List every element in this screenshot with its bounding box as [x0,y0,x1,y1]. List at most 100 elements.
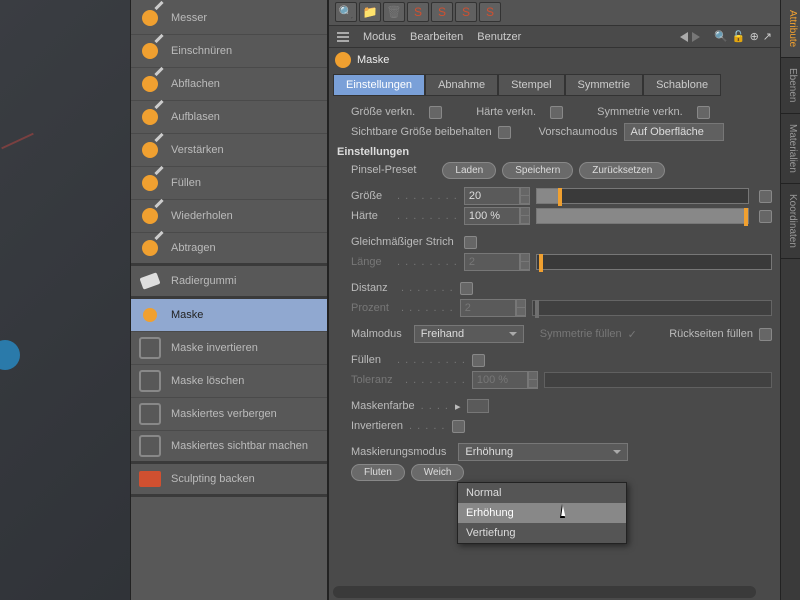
nav-bearbeiten[interactable]: Bearbeiten [410,31,463,43]
tool-maske-invertieren[interactable]: Maske invertieren [131,332,327,365]
object-header: Maske [329,48,780,72]
chk-visible-size[interactable] [498,126,511,139]
arrow-right-icon[interactable]: ▸ [455,400,461,413]
toolbar-btn-s3[interactable]: S [455,2,477,22]
nav-benutzer[interactable]: Benutzer [477,31,521,43]
input-laenge[interactable] [464,253,520,271]
tool-verstaerken[interactable]: Verstärken [131,134,327,167]
side-tab-ebenen[interactable]: Ebenen [781,58,800,113]
menu-icon[interactable] [337,32,349,42]
tool-wiederholen[interactable]: Wiederholen [131,200,327,233]
section-heading: Einstellungen [337,146,772,158]
tool-aufblasen[interactable]: Aufblasen [131,101,327,134]
chk-fuellen[interactable] [472,354,485,367]
tab-symmetrie[interactable]: Symmetrie [565,74,644,96]
tab-einstellungen[interactable]: Einstellungen [333,74,425,96]
dropdown-item-vertiefung[interactable]: Vertiefung [458,523,626,543]
color-maskenfarbe[interactable] [467,399,489,413]
tool-label: Messer [171,12,207,24]
mask-hide-icon [139,403,161,425]
chk-distanz[interactable] [460,282,473,295]
scrollbar-horizontal[interactable] [333,586,756,598]
tool-radiergummi[interactable]: Radiergummi [131,266,327,299]
input-haerte[interactable] [464,207,520,225]
label-fuellen: Füllen [351,354,391,366]
new-window-icon[interactable]: ↗ [763,30,772,43]
tool-label: Maskiertes verbergen [171,408,277,420]
label-maskmode: Maskierungsmodus [351,446,446,458]
dropdown-item-erhoehung[interactable]: Erhöhung [458,503,626,523]
select-maskmode[interactable]: Erhöhung [458,443,628,461]
toolbar-btn-folder[interactable]: 📁 [359,2,381,22]
tool-label: Abflachen [171,78,220,90]
chk-hardness-link[interactable] [550,106,563,119]
tool-label: Einschnüren [171,45,232,57]
spinner-haerte[interactable] [520,207,530,225]
tool-abtragen[interactable]: Abtragen [131,233,327,266]
tool-maskiertes-verbergen[interactable]: Maskiertes verbergen [131,398,327,431]
tab-abnahme[interactable]: Abnahme [425,74,498,96]
slider-laenge[interactable] [536,254,772,270]
side-tab-attribute[interactable]: Attribute [781,0,800,58]
tab-schablone[interactable]: Schablone [643,74,721,96]
brush-icon [142,76,158,92]
toolbar-btn-trash[interactable]: 🗑 [383,2,405,22]
btn-fluten[interactable]: Fluten [351,464,405,481]
chk-symmetry-link[interactable] [697,106,710,119]
slider-groesse[interactable] [536,188,749,204]
tool-abflachen[interactable]: Abflachen [131,68,327,101]
search-icon[interactable]: 🔍 [714,30,728,43]
nav-modus[interactable]: Modus [363,31,396,43]
label-toleranz: Toleranz [351,374,399,386]
label-groesse: Größe [351,190,391,202]
btn-laden[interactable]: Laden [442,162,496,179]
spinner-laenge[interactable] [520,253,530,271]
side-tabs: Attribute Ebenen Materialien Koordinaten [780,0,800,600]
select-malmodus[interactable]: Freihand [414,325,524,343]
lock-icon[interactable]: 🔓 [732,30,746,43]
btn-zuruecksetzen[interactable]: Zurücksetzen [579,162,665,179]
tool-label: Maske löschen [171,375,244,387]
slider-prozent [532,300,772,316]
chk-haerte-end[interactable] [759,210,772,223]
tool-fuellen[interactable]: Füllen [131,167,327,200]
attribute-tabs: Einstellungen Abnahme Stempel Symmetrie … [329,72,780,98]
chk-size-link[interactable] [429,106,442,119]
tool-maske-loeschen[interactable]: Maske löschen [131,365,327,398]
select-preview-mode[interactable]: Auf Oberfläche [624,123,724,141]
dropdown-item-normal[interactable]: Normal [458,483,626,503]
chk-steady[interactable] [464,236,477,249]
tool-label: Maskiertes sichtbar machen [171,440,308,452]
tool-sculpting-backen[interactable]: Sculpting backen [131,464,327,497]
label-invertieren: Invertieren [351,420,403,432]
tool-einschnueren[interactable]: Einschnüren [131,35,327,68]
btn-speichern[interactable]: Speichern [502,162,573,179]
tool-label: Wiederholen [171,210,233,222]
toolbar-btn-s1[interactable]: S [407,2,429,22]
spinner-groesse[interactable] [520,187,530,205]
history-fwd-icon[interactable] [692,32,700,42]
toolbar-btn-s4[interactable]: S [479,2,501,22]
tool-maskiertes-sichtbar[interactable]: Maskiertes sichtbar machen [131,431,327,464]
chk-invertieren[interactable] [452,420,465,433]
dropdown-maskmode: Normal Erhöhung Vertiefung [457,482,627,544]
btn-weich[interactable]: Weich [411,464,465,481]
side-tab-koordinaten[interactable]: Koordinaten [781,184,800,259]
side-tab-materialien[interactable]: Materialien [781,114,800,184]
target-icon[interactable]: ⊕ [750,30,759,43]
tool-messer[interactable]: Messer [131,2,327,35]
tab-stempel[interactable]: Stempel [498,74,564,96]
eraser-icon [139,272,160,289]
chk-groesse-end[interactable] [759,190,772,203]
mask-icon [143,308,157,322]
input-groesse[interactable] [464,187,520,205]
tool-label: Maske [171,309,203,321]
tool-maske[interactable]: Maske [131,299,327,332]
slider-haerte[interactable] [536,208,749,224]
history-back-icon[interactable] [680,32,688,42]
toolbar-btn-s2[interactable]: S [431,2,453,22]
viewport-3d[interactable] [0,0,130,600]
toolbar-btn-add[interactable]: 🔍 [335,2,357,22]
spinner-toleranz [528,371,538,389]
chk-back-fill[interactable] [759,328,772,341]
